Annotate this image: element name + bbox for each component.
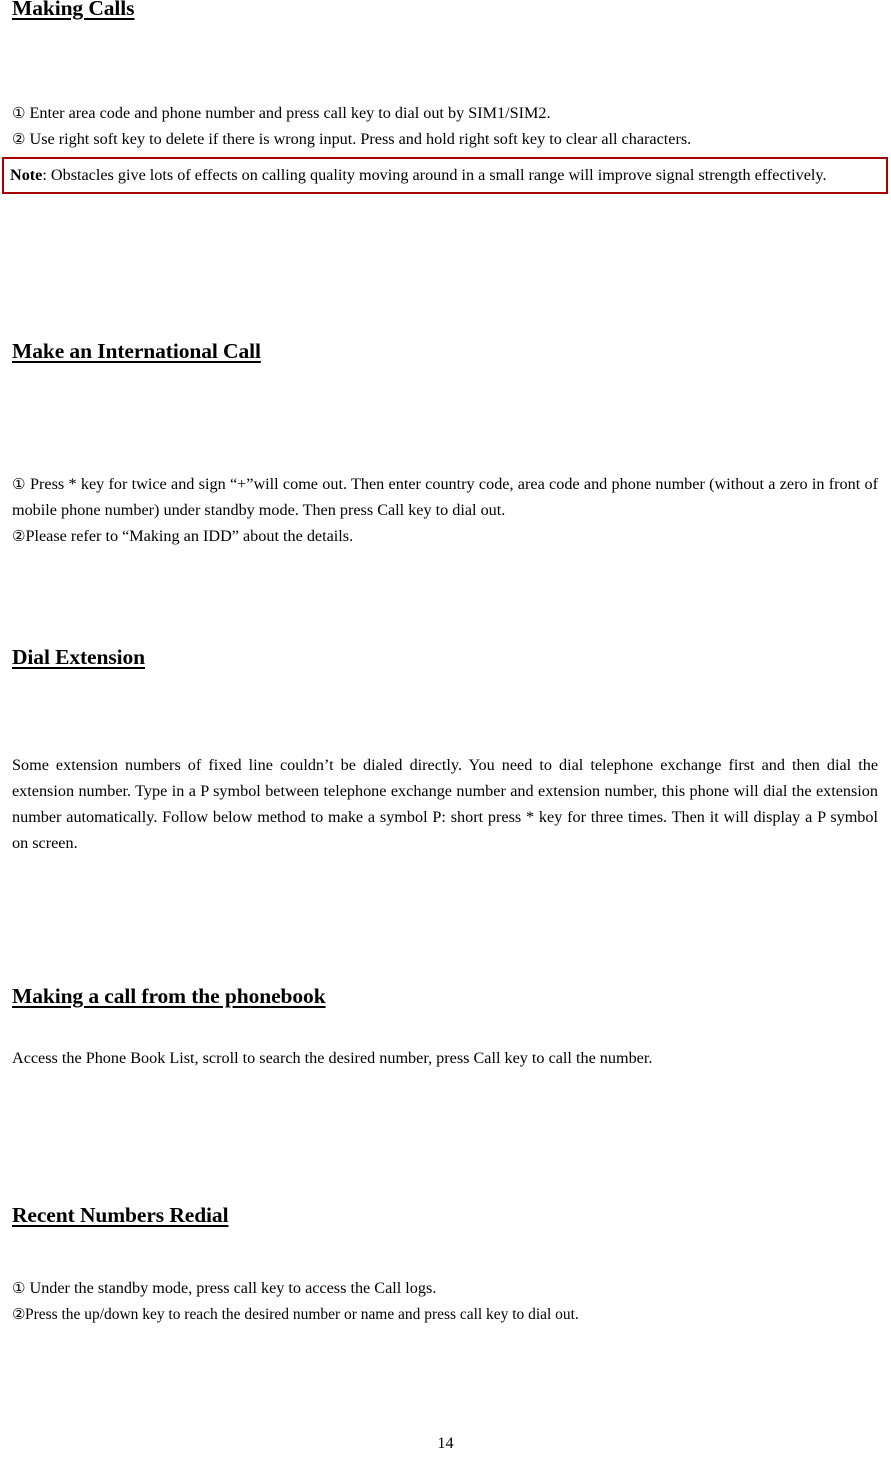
- list-marker-2: ②: [12, 130, 26, 148]
- list-marker-1: ①: [12, 475, 26, 493]
- heading-text: Making a call from the phonebook: [12, 984, 326, 1008]
- document-page: Making Calls ① Enter area code and phone…: [0, 0, 891, 1476]
- heading-text: Dial Extension: [12, 645, 145, 669]
- list-making-calls: ① Enter area code and phone number and p…: [12, 100, 878, 152]
- note-label: Note: [10, 166, 43, 184]
- list-item: ② Use right soft key to delete if there …: [12, 126, 878, 152]
- section-heading-dial-extension: Dial Extension: [12, 645, 145, 669]
- list-item: ②Please refer to “Making an IDD” about t…: [12, 523, 878, 549]
- list-marker-2: ②: [12, 527, 26, 545]
- list-item-text: Under the standby mode, press call key t…: [29, 1279, 437, 1297]
- note-callout-wrapper: Note: Obstacles give lots of effects on …: [2, 157, 888, 194]
- list-item-text: Please refer to “Making an IDD” about th…: [25, 527, 354, 545]
- list-item: ① Enter area code and phone number and p…: [12, 100, 878, 126]
- page-number: 14: [437, 1434, 454, 1452]
- paragraph-phonebook-call: Access the Phone Book List, scroll to se…: [12, 1049, 653, 1067]
- list-item: ① Under the standby mode, press call key…: [12, 1275, 878, 1301]
- list-item-text: Press the up/down key to reach the desir…: [25, 1305, 580, 1323]
- note-callout-box: Note: Obstacles give lots of effects on …: [2, 157, 888, 194]
- note-body: : Obstacles give lots of effects on call…: [42, 166, 827, 184]
- heading-text: Recent Numbers Redial: [12, 1203, 229, 1227]
- list-item-text: Enter area code and phone number and pre…: [29, 104, 551, 122]
- section-heading-international-call: Make an International Call: [12, 339, 261, 363]
- heading-text: Making Calls: [12, 0, 135, 20]
- note-text: Note: Obstacles give lots of effects on …: [10, 162, 880, 188]
- list-item: ① Press * key for twice and sign “+”will…: [12, 471, 878, 523]
- section-heading-making-calls: Making Calls: [12, 0, 135, 20]
- list-marker-2: ②: [12, 1305, 26, 1323]
- list-recent-numbers-redial: ① Under the standby mode, press call key…: [12, 1275, 878, 1327]
- list-item: ②Press the up/down key to reach the desi…: [12, 1301, 878, 1327]
- list-item-text: Use right soft key to delete if there is…: [29, 130, 692, 148]
- section-heading-phonebook-call: Making a call from the phonebook: [12, 984, 326, 1008]
- heading-text: Make an International Call: [12, 339, 261, 363]
- list-item-text: Press * key for twice and sign “+”will c…: [12, 475, 879, 519]
- list-marker-1: ①: [12, 1279, 26, 1297]
- list-marker-1: ①: [12, 104, 26, 122]
- list-international-call: ① Press * key for twice and sign “+”will…: [12, 471, 878, 549]
- paragraph-dial-extension: Some extension numbers of fixed line cou…: [12, 756, 878, 852]
- section-heading-recent-numbers-redial: Recent Numbers Redial: [12, 1203, 229, 1227]
